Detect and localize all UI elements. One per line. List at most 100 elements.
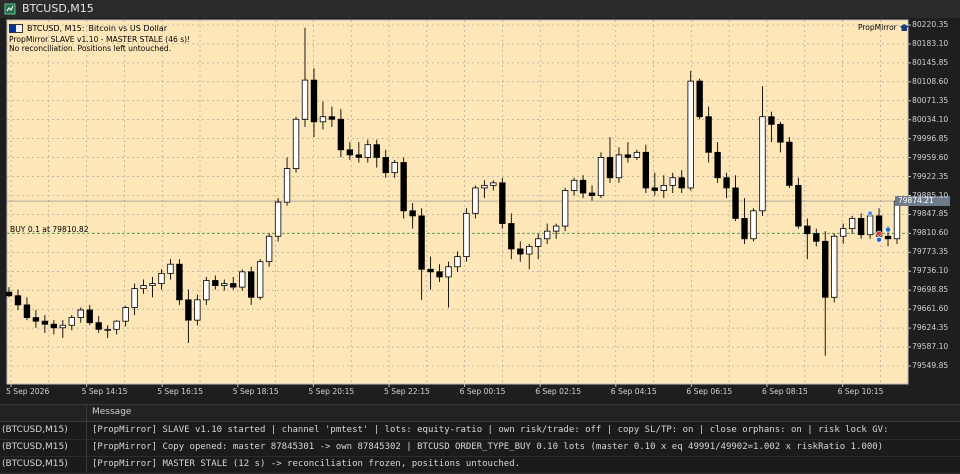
candle-body [579,179,587,194]
candle-body [14,295,22,306]
time-axis-label: 5 Sep 22:15 [384,387,430,396]
candle-body [777,123,784,143]
candle-body [239,271,246,288]
candle-body [866,215,874,236]
log-message: [PropMirror] MASTER STALE (12 s) -> reco… [92,459,521,469]
price-chart[interactable]: BTCUSD, M15: Bitcoin vs US Dollar PropMi… [0,18,960,404]
candle-body [813,233,820,242]
candle-body [50,323,58,329]
log-message: [PropMirror] SLAVE v1.10 started | chann… [92,425,889,435]
price-axis-label: 79959.60 [912,152,949,162]
symbol-flag-icon [9,24,23,33]
candle-body [678,177,685,189]
time-axis-label: 5 Sep 20:15 [308,387,355,396]
candle-body [508,223,515,250]
candle-body [463,212,470,257]
price-axis-label: 80108.60 [912,76,949,86]
price-axis-label: 79624.35 [912,323,949,333]
candle-body [400,162,407,212]
candle-body [41,320,49,325]
candle-body [319,116,327,123]
candle-body [651,187,658,191]
candle-body [588,192,596,196]
candle-body [822,240,829,298]
price-axis-label: 79810.60 [912,228,949,238]
ea-status-line: No reconciliation. Positions left untouc… [9,44,172,53]
candle-body [804,225,811,235]
log-source: (BTCUSD,M15) [2,459,68,469]
candle-body [131,288,138,308]
price-axis-label: 79661.60 [912,304,949,314]
candle-body [382,157,389,174]
expert-advisor-badge[interactable]: PropMirror [858,23,909,32]
candle-body [122,307,129,322]
log-row[interactable]: (BTCUSD,M15) [PropMirror] SLAVE v1.10 st… [0,422,960,440]
time-axis-label: 6 Sep 02:15 [535,387,582,396]
window-titlebar[interactable]: BTCUSD,M15 [0,0,960,18]
toolbox-journal[interactable]: Message (BTCUSD,M15) [PropMirror] SLAVE … [0,404,960,474]
candle-body [552,225,560,232]
price-axis-label: 79773.35 [912,247,949,257]
price-axis-label: 80071.35 [912,95,949,105]
candle-body [840,228,847,237]
candle-body [373,144,380,158]
price-axis-label: 79996.85 [912,133,949,143]
candle-body [624,154,632,158]
candle-body [158,272,165,284]
log-message: [PropMirror] Copy opened: master 8784530… [92,442,884,452]
price-axis-label: 80220.35 [912,20,949,29]
candle-body [212,280,219,286]
candle-body [759,116,766,212]
price-axis-label: 80183.10 [912,38,949,48]
candle-body [660,184,667,191]
candle-body [355,154,362,158]
chart-symbol: BTCUSD, M15: [27,24,85,33]
candle-body [597,157,605,196]
plot-area [6,19,909,385]
log-row[interactable]: (BTCUSD,M15) [PropMirror] MASTER STALE (… [0,456,960,474]
candle-body [230,283,237,288]
candle-body [454,256,461,268]
price-axis-label: 80034.10 [912,114,949,124]
candle-body [481,184,488,189]
log-source: (BTCUSD,M15) [2,442,68,452]
time-axis-label: 6 Sep 10:15 [837,387,884,396]
price-axis-label: 79847.85 [912,209,949,219]
candle-body [642,151,650,189]
candle-body [32,317,40,322]
candle-body [149,283,156,286]
candle-body [705,116,712,153]
candlestick-chart-svg[interactable] [0,18,960,404]
candle-body [391,162,398,174]
log-source: (BTCUSD,M15) [2,425,68,435]
toolbox-header: Message [0,405,960,422]
log-row[interactable]: (BTCUSD,M15) [PropMirror] Copy opened: m… [0,439,960,457]
candle-body [472,187,479,214]
candle-body [346,149,354,156]
ea-status-line: PropMirror SLAVE v1.10 - MASTER STALE (4… [9,35,191,44]
time-axis-label: 5 Sep 2026 [6,387,50,396]
candle-body [185,299,192,321]
candle-body [364,144,371,158]
candle-body [328,116,336,120]
message-column-header[interactable]: Message [92,407,131,417]
candle-body [750,210,757,240]
chart-window-icon [4,3,16,15]
candle-body [526,246,533,255]
candle-body [310,79,318,123]
candle-body [436,271,443,278]
candle-body [535,238,542,247]
candle-body [77,309,84,319]
price-axis-label: 79885.10 [912,190,949,200]
candle-body [23,304,31,319]
candle-body [418,215,425,270]
trade-marker [867,210,873,217]
candle-body [256,261,264,298]
chart-symbol-header: BTCUSD, M15: Bitcoin vs US Dollar [9,24,167,33]
trade-marker [876,230,882,237]
time-axis-label: 5 Sep 16:15 [157,387,204,396]
candle-body [741,218,748,240]
price-axis-label: 79736.10 [912,266,949,276]
candle-body [570,179,578,191]
candle-body [95,322,102,330]
